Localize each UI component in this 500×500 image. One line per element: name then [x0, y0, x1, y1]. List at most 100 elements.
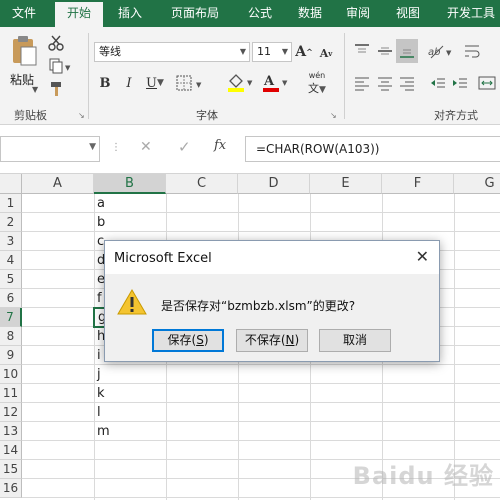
close-icon[interactable]: ✕ [416, 247, 429, 266]
row-header-7[interactable]: 7 [0, 308, 22, 327]
underline-icon[interactable]: U ▼ [142, 73, 168, 93]
tab-insert[interactable]: 插入 [108, 0, 152, 27]
font-group-label: 字体 [196, 109, 218, 122]
row-header-2[interactable]: 2 [0, 213, 22, 232]
increase-font-size-icon[interactable]: A ^ [295, 42, 313, 62]
align-left-icon[interactable] [352, 73, 372, 93]
column-header-g[interactable]: G [454, 174, 500, 194]
tab-review[interactable]: 审阅 [336, 0, 380, 27]
cut-button[interactable] [46, 33, 66, 53]
row-header-16[interactable]: 16 [0, 479, 22, 498]
top-align-icon[interactable] [352, 41, 372, 61]
dialog-title: Microsoft Excel [114, 251, 212, 266]
row-header-10[interactable]: 10 [0, 365, 22, 384]
chevron-down-icon: ▼ [281, 47, 288, 56]
borders-button[interactable]: ▼ [175, 73, 207, 93]
dialog-message: 是否保存对“bzmbzb.xlsm”的更改? [161, 299, 356, 313]
save-button-key: S [196, 333, 204, 347]
tab-file[interactable]: 文件 [0, 0, 48, 27]
cell-b12[interactable]: l [94, 403, 166, 422]
decrease-font-size-icon[interactable]: Av [318, 44, 334, 62]
column-header-e[interactable]: E [310, 174, 382, 194]
format-painter-button[interactable] [46, 79, 66, 99]
tab-page-layout[interactable]: 页面布局 [160, 0, 230, 27]
row-header-13[interactable]: 13 [0, 422, 22, 441]
row-header-6[interactable]: 6 [0, 289, 22, 308]
paste-dropdown-icon[interactable]: ▼ [32, 85, 38, 94]
svg-text:ab: ab [428, 47, 440, 58]
grid-line [454, 194, 455, 500]
tab-formulas[interactable]: 公式 [238, 0, 282, 27]
tab-developer[interactable]: 开发工具 [440, 0, 500, 27]
copy-button[interactable]: ▼ [46, 56, 74, 76]
ribbon: 粘贴 ▼ ▼ 剪贴板 ↘ 等线 ▼ 11 ▼ A ^ A v B I U ▼ ▼… [0, 27, 500, 125]
tab-view[interactable]: 视图 [386, 0, 430, 27]
middle-align-icon[interactable] [375, 41, 395, 61]
cell-b11[interactable]: k [94, 384, 166, 403]
cell-b2[interactable]: b [94, 213, 166, 232]
insert-function-icon[interactable]: fx [214, 138, 226, 153]
phonetic-guide-button[interactable]: wén 文▼ [300, 71, 334, 95]
row-header-11[interactable]: 11 [0, 384, 22, 403]
align-center-icon[interactable] [375, 73, 395, 93]
chevron-down-icon: ▼ [89, 142, 96, 152]
font-size-combo[interactable]: 11 ▼ [252, 42, 292, 62]
select-all-corner[interactable] [0, 174, 22, 194]
font-launcher-icon[interactable]: ↘ [330, 111, 337, 120]
row-header-1[interactable]: 1 [0, 194, 22, 213]
bold-icon[interactable]: B [96, 73, 114, 93]
cell-b1[interactable]: a [94, 194, 166, 213]
decrease-indent-icon[interactable] [428, 73, 448, 93]
cell-b10[interactable]: j [94, 365, 166, 384]
wrap-text-icon[interactable] [462, 41, 482, 61]
paste-button[interactable] [8, 33, 40, 69]
svg-text:▼: ▼ [282, 79, 288, 87]
increase-indent-icon[interactable] [450, 73, 470, 93]
merge-center-icon[interactable] [476, 73, 498, 93]
row-header-4[interactable]: 4 [0, 251, 22, 270]
column-header-b[interactable]: B [94, 174, 166, 194]
dont-save-button[interactable]: 不保存(N) [236, 329, 308, 352]
row-header-9[interactable]: 9 [0, 346, 22, 365]
bottom-align-icon[interactable] [396, 39, 418, 63]
menu-bar: 文件 开始 插入 页面布局 公式 数据 审阅 视图 开发工具 [0, 0, 500, 27]
phonetic-icon: 文▼ [308, 81, 326, 95]
drag-handle-icon[interactable]: ⋮ [111, 142, 121, 153]
clipboard-launcher-icon[interactable]: ↘ [78, 111, 85, 120]
warning-icon [117, 289, 147, 315]
save-button-label: 保存( [167, 333, 197, 347]
row-header-8[interactable]: 8 [0, 327, 22, 346]
fill-color-button[interactable]: ▼ [225, 71, 257, 93]
column-header-c[interactable]: C [166, 174, 238, 194]
column-header-d[interactable]: D [238, 174, 310, 194]
font-name-combo[interactable]: 等线 ▼ [94, 42, 250, 62]
row-header-15[interactable]: 15 [0, 460, 22, 479]
cell-b13[interactable]: m [94, 422, 166, 441]
row-header-3[interactable]: 3 [0, 232, 22, 251]
column-header-f[interactable]: F [382, 174, 454, 194]
svg-text:A: A [263, 74, 275, 89]
font-color-icon: A ▼ [263, 74, 288, 92]
align-right-icon[interactable] [397, 73, 417, 93]
check-icon[interactable]: ✓ [178, 138, 191, 156]
orientation-button[interactable]: ab ▼ [426, 41, 456, 61]
name-box[interactable]: ▼ [0, 136, 100, 162]
row-header-5[interactable]: 5 [0, 270, 22, 289]
tab-home[interactable]: 开始 [55, 0, 103, 27]
font-size-value: 11 [257, 45, 271, 58]
row-header-12[interactable]: 12 [0, 403, 22, 422]
save-changes-dialog: Microsoft Excel ✕ 是否保存对“bzmbzb.xlsm”的更改?… [104, 240, 440, 362]
paste-icon [13, 36, 37, 66]
paste-label: 粘贴 [10, 73, 35, 87]
cancel-icon[interactable]: ✕ [140, 139, 152, 155]
formula-input[interactable]: =CHAR(ROW(A103)) [245, 136, 500, 162]
column-header-a[interactable]: A [22, 174, 94, 194]
italic-icon[interactable]: I [120, 73, 138, 93]
borders-icon: ▼ [176, 75, 202, 91]
row-header-14[interactable]: 14 [0, 441, 22, 460]
chevron-down-icon: ▼ [239, 47, 246, 56]
save-button[interactable]: 保存(S) [152, 329, 224, 352]
font-color-button[interactable]: A ▼ [260, 71, 292, 93]
cancel-button[interactable]: 取消 [319, 329, 391, 352]
tab-data[interactable]: 数据 [288, 0, 332, 27]
